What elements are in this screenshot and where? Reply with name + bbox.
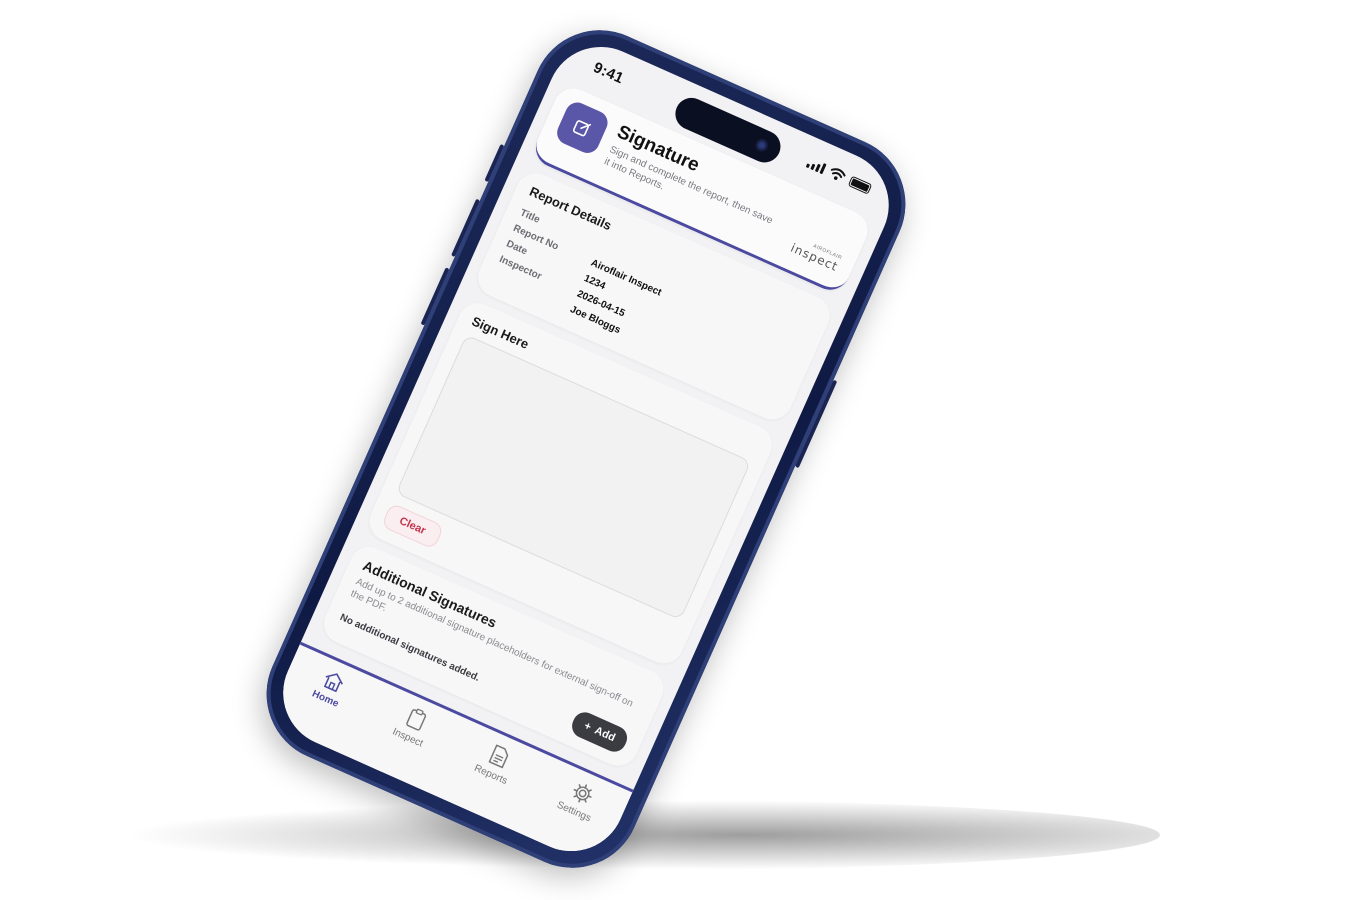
phone-frame: 9:41 Signature Sign and complete the rep… [244,8,928,890]
tab-reports[interactable]: Reports [442,732,536,827]
status-time: 9:41 [590,59,627,88]
cellular-signal-icon [805,156,827,174]
action-button [484,143,505,183]
add-button-label: Add [592,724,618,745]
tab-settings[interactable]: Settings [525,769,619,864]
home-icon [323,673,343,693]
plus-icon: + [582,719,593,734]
battery-icon [847,175,873,195]
status-icons [805,156,873,195]
camera-icon [752,135,771,155]
signature-edit-icon [553,98,612,157]
wifi-icon [828,166,847,183]
clipboard-icon [405,708,426,731]
gear-icon [572,783,592,803]
document-icon [488,744,508,769]
tab-inspect[interactable]: Inspect [359,695,453,790]
tab-home[interactable]: Home [276,658,370,753]
phone-screen: 9:41 Signature Sign and complete the rep… [265,29,907,869]
